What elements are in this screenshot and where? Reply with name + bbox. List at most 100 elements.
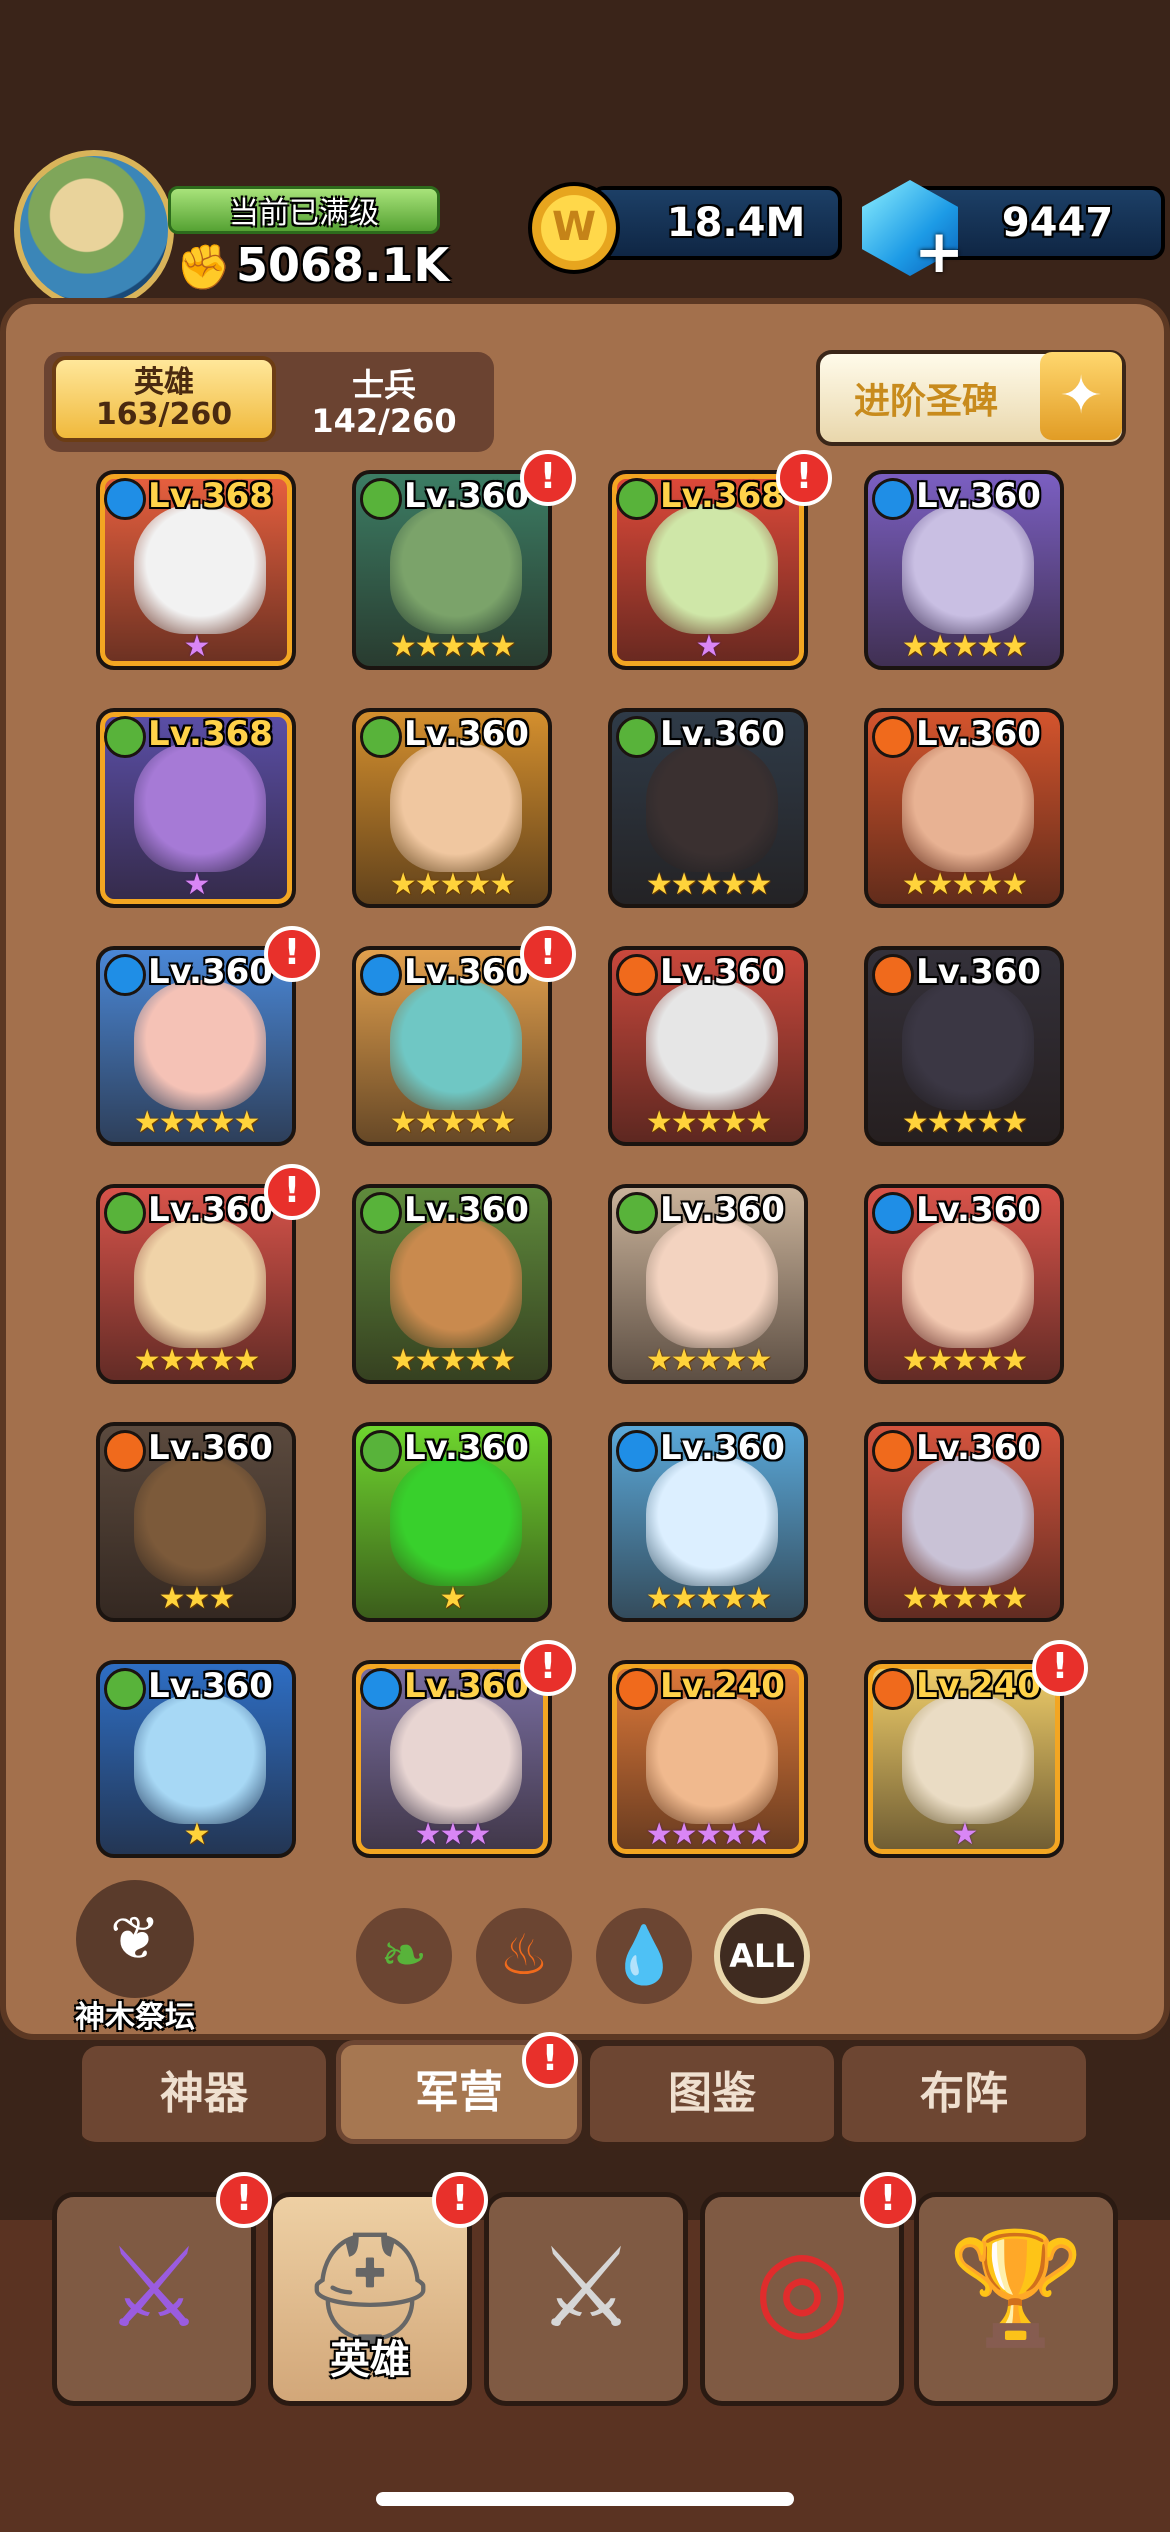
hero-portrait	[646, 1218, 778, 1348]
hero-stars: ★★★	[414, 1817, 492, 1852]
hero-portrait	[646, 980, 778, 1110]
hero-card[interactable]: Lv.360 ★★★★★	[352, 470, 552, 670]
filter-leaf-icon[interactable]: ❧	[356, 1908, 452, 2004]
hero-portrait	[902, 742, 1034, 872]
hero-level: Lv.360	[660, 1190, 785, 1230]
hero-card[interactable]: Lv.368 ★	[96, 708, 296, 908]
hero-level: Lv.360	[404, 1190, 529, 1230]
hero-stars: ★★★★★	[389, 1105, 516, 1140]
water-element-icon	[872, 478, 914, 520]
hero-portrait	[134, 1218, 266, 1348]
tab-heroes[interactable]: 英雄 163/260	[52, 356, 276, 442]
tab-heroes-count: 163/260	[95, 397, 233, 432]
hero-level: Lv.360	[916, 1190, 1041, 1230]
nav-trophy-button[interactable]: 🏆	[914, 2192, 1118, 2406]
hero-stars: ★★★★★	[389, 867, 516, 902]
hero-level: Lv.360	[660, 1428, 785, 1468]
hero-portrait	[390, 1218, 522, 1348]
subtab-formation[interactable]: 布阵	[842, 2046, 1086, 2150]
hero-level: Lv.360	[916, 476, 1041, 516]
leaf-element-icon	[616, 478, 658, 520]
hero-level: Lv.360	[148, 1428, 273, 1468]
fire-element-icon	[616, 954, 658, 996]
home-indicator	[376, 2492, 794, 2506]
leaf-element-icon	[104, 1192, 146, 1234]
hero-card[interactable]: Lv.360 ★★★★★	[864, 946, 1064, 1146]
hero-alert-icon: !	[520, 926, 576, 982]
hero-card[interactable]: Lv.360 ★★★★★	[352, 708, 552, 908]
leaf-element-icon	[104, 716, 146, 758]
sword-banner-icon: ⚔	[104, 2224, 204, 2352]
hero-level: Lv.360	[148, 952, 273, 992]
fire-element-icon	[872, 716, 914, 758]
gold-value: 18.4M	[666, 200, 806, 246]
tab-soldiers[interactable]: 士兵 142/260	[284, 360, 484, 446]
hero-stars: ★	[183, 1817, 211, 1852]
hero-card[interactable]: Lv.240 ★	[864, 1660, 1064, 1858]
hero-card[interactable]: Lv.368 ★	[608, 470, 808, 670]
hero-level: Lv.360	[404, 1428, 529, 1468]
hero-portrait	[646, 1456, 778, 1586]
advance-monument-label: 进阶圣碑	[853, 381, 998, 422]
leaf-element-icon	[616, 1192, 658, 1234]
hero-stars: ★	[183, 629, 211, 664]
crossed-swords-icon: ⚔	[536, 2224, 636, 2352]
nav-banner-alert-icon: !	[216, 2172, 272, 2228]
hero-portrait	[902, 980, 1034, 1110]
hero-level: Lv.360	[404, 714, 529, 754]
subtab-artifacts[interactable]: 神器	[82, 2046, 326, 2150]
nav-battle-banner-button[interactable]: ⚔	[52, 2192, 256, 2406]
hero-portrait	[134, 1694, 266, 1824]
nav-heroes-button[interactable]: ⛑ 英雄	[268, 2192, 472, 2406]
hero-card[interactable]: Lv.360 ★★★★★	[864, 1422, 1064, 1622]
hero-card[interactable]: Lv.360 ★★★★★	[608, 1184, 808, 1384]
hero-card[interactable]: Lv.360 ★★★★★	[608, 946, 808, 1146]
gold-bar[interactable]: 18.4M	[590, 186, 842, 260]
hero-level: Lv.240	[660, 1666, 785, 1706]
sacred-tree-altar-icon[interactable]: ❦	[76, 1880, 194, 1998]
hero-card[interactable]: Lv.360 ★	[96, 1660, 296, 1858]
hero-card[interactable]: Lv.360 ★★★★★	[864, 1184, 1064, 1384]
hero-card[interactable]: Lv.360 ★★★★★	[608, 1422, 808, 1622]
add-gems-icon[interactable]: +	[914, 222, 964, 282]
filter-water-icon[interactable]: 💧	[596, 1908, 692, 2004]
filter-fire-icon[interactable]: ♨	[476, 1908, 572, 2004]
hero-card[interactable]: Lv.360 ★★★★★	[864, 708, 1064, 908]
nav-battle-button[interactable]: ⚔	[484, 2192, 688, 2406]
hero-stars: ★★★★★	[901, 1343, 1028, 1378]
water-element-icon	[616, 1430, 658, 1472]
hero-alert-icon: !	[520, 1640, 576, 1696]
hero-level: Lv.360	[916, 1428, 1041, 1468]
hero-portrait	[902, 1694, 1034, 1824]
hero-level: Lv.360	[404, 476, 529, 516]
hero-portrait	[390, 980, 522, 1110]
hero-card[interactable]: Lv.360 ★★★	[352, 1660, 552, 1858]
hero-portrait	[646, 1694, 778, 1824]
hero-level: Lv.360	[148, 1666, 273, 1706]
barracks-alert-icon: !	[522, 2032, 578, 2088]
subtab-codex[interactable]: 图鉴	[590, 2046, 834, 2150]
hero-portrait	[902, 1456, 1034, 1586]
hero-card[interactable]: Lv.360 ★	[352, 1422, 552, 1622]
hero-portrait	[646, 742, 778, 872]
player-avatar[interactable]	[14, 150, 174, 310]
hero-card[interactable]: Lv.368 ★	[96, 470, 296, 670]
hero-stars: ★	[951, 1817, 979, 1852]
hero-stars: ★★★★★	[901, 1105, 1028, 1140]
hero-portrait	[390, 742, 522, 872]
hero-card[interactable]: Lv.360 ★★★★★	[352, 946, 552, 1146]
hero-card[interactable]: Lv.360 ★★★★★	[608, 708, 808, 908]
filter-all-button[interactable]: ALL	[714, 1908, 810, 2004]
hero-card[interactable]: Lv.360 ★★★★★	[352, 1184, 552, 1384]
hero-level: Lv.360	[404, 952, 529, 992]
fire-element-icon	[872, 1430, 914, 1472]
hero-card[interactable]: Lv.240 ★★★★★	[608, 1660, 808, 1858]
hero-card[interactable]: Lv.360 ★★★	[96, 1422, 296, 1622]
hero-card[interactable]: Lv.360 ★★★★★	[96, 1184, 296, 1384]
hero-stars: ★★★	[158, 1581, 236, 1616]
hero-card[interactable]: Lv.360 ★★★★★	[96, 946, 296, 1146]
hero-level: Lv.360	[660, 952, 785, 992]
compass-icon[interactable]: ✦	[1040, 352, 1122, 440]
hero-card[interactable]: Lv.360 ★★★★★	[864, 470, 1064, 670]
fire-element-icon	[104, 1430, 146, 1472]
